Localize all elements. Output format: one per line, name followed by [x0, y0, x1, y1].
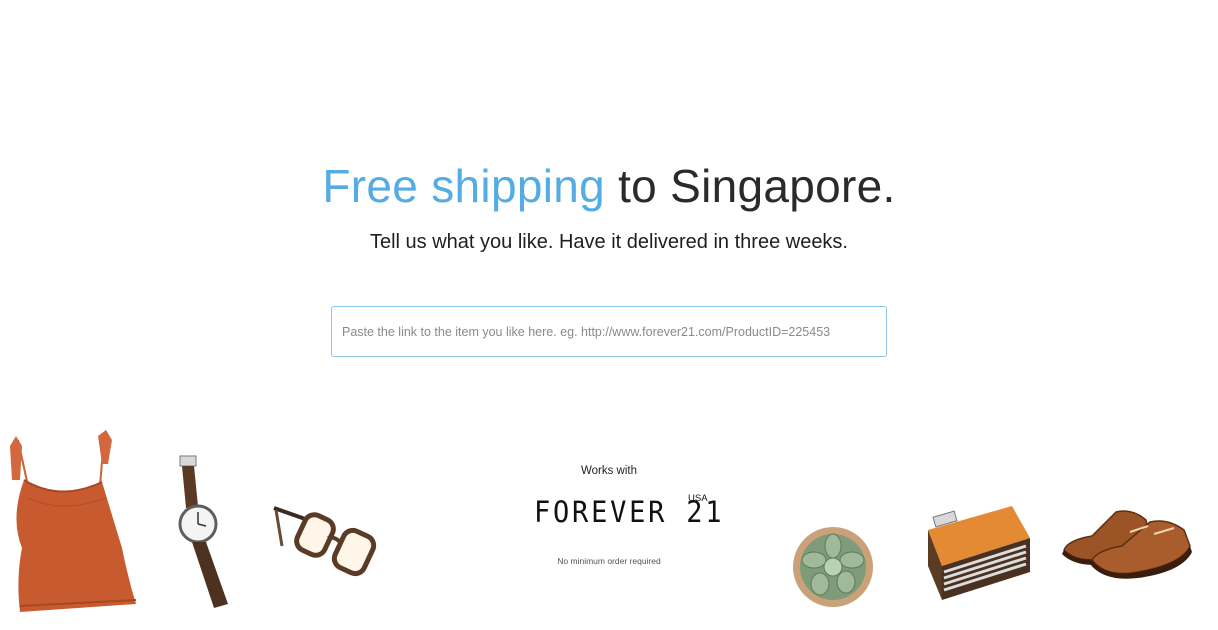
- no-minimum-note: No minimum order required: [557, 556, 661, 566]
- works-with-label: Works with: [580, 465, 638, 477]
- radio-icon: [928, 506, 1030, 600]
- forever21-logo: FOREVER 21 USA: [530, 491, 722, 531]
- headline-accent: Free shipping: [322, 160, 605, 212]
- landing-page: Free shipping to Singapore. Tell us what…: [0, 0, 1218, 630]
- product-link-input[interactable]: [331, 306, 887, 357]
- headline-rest: to Singapore.: [605, 160, 896, 212]
- eyeglasses-icon: [273, 506, 377, 577]
- brand-country: USA: [688, 493, 708, 504]
- dress-shoes-icon: [1062, 510, 1192, 579]
- succulent-plant-icon: [793, 527, 873, 607]
- tank-top-icon: [10, 430, 137, 612]
- page-subtitle: Tell us what you like. Have it delivered…: [369, 231, 848, 253]
- page-title: Free shipping to Singapore.: [0, 158, 1218, 214]
